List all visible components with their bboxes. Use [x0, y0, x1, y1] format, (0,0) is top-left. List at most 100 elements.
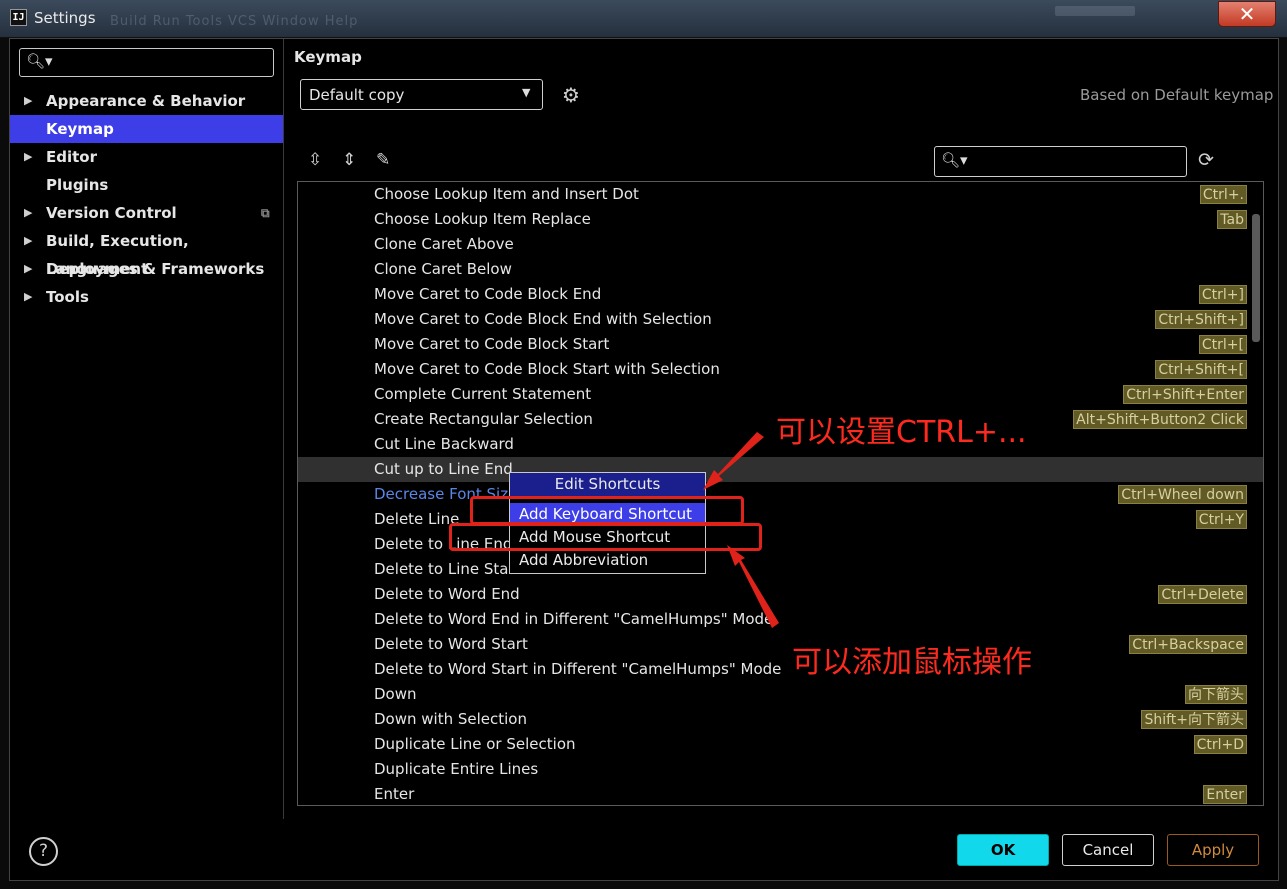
keymap-scheme-select[interactable]: Default copy ▼	[300, 79, 543, 110]
expand-all-icon[interactable]: ⇳	[308, 150, 322, 170]
action-name: Choose Lookup Item Replace	[374, 210, 591, 228]
action-search-input[interactable]: 🔍︎▾	[934, 146, 1187, 177]
shortcut-badge: Ctrl+Delete	[1158, 585, 1247, 604]
expand-arrow-icon[interactable]: ▶	[24, 87, 32, 115]
action-name: Cut up to Line End	[374, 460, 513, 478]
sidebar-search-input[interactable]: 🔍︎▾	[19, 48, 274, 77]
search-icon: 🔍︎▾	[941, 151, 968, 169]
mouse-shortcut-annotation: 可以添加鼠标操作	[792, 645, 1032, 680]
shortcut-badge: Ctrl+Wheel down	[1118, 485, 1247, 504]
expand-arrow-icon[interactable]: ▶	[24, 227, 32, 255]
shortcut-badge: Ctrl+Y	[1195, 510, 1247, 529]
table-row[interactable]: Delete to Line End	[298, 532, 1263, 557]
sidebar-item-label: Version Control	[46, 204, 177, 222]
page-title: Keymap	[294, 48, 362, 66]
background-ghost-bar	[1055, 6, 1135, 16]
action-name: Delete to Word Start in Different "Camel…	[374, 660, 782, 678]
table-row[interactable]: Delete Line Ctrl+Y	[298, 507, 1263, 532]
expand-arrow-icon[interactable]: ▶	[24, 283, 32, 311]
gear-icon[interactable]: ⚙	[562, 83, 580, 107]
table-row[interactable]: Delete to Line Start	[298, 557, 1263, 582]
settings-sidebar: 🔍︎▾ ▶ Appearance & Behavior Keymap ▶ Editor P…	[10, 39, 284, 819]
sidebar-item-appearance-behavior[interactable]: ▶ Appearance & Behavior	[10, 87, 283, 115]
close-button[interactable]: ✕	[1218, 1, 1276, 27]
table-row[interactable]: Move Caret to Code Block End Ctrl+]	[298, 282, 1263, 307]
table-row[interactable]: Down 向下箭头	[298, 682, 1263, 707]
sidebar-item-label: Editor	[46, 148, 97, 166]
ok-button[interactable]: OK	[957, 834, 1049, 866]
window-title: Settings	[34, 9, 96, 27]
table-row[interactable]: Delete to Word Start in Different "Camel…	[298, 657, 1263, 682]
action-list: Choose Lookup Item and Insert Dot Ctrl+. C…	[297, 181, 1264, 806]
search-icon: 🔍︎▾	[26, 52, 53, 70]
action-name: Cut Line Backward	[374, 435, 514, 453]
sidebar-item-version-control[interactable]: ▶ Version Control ⧉	[10, 199, 283, 227]
action-name: Delete to Word End	[374, 585, 520, 603]
sidebar-item-languages-frameworks[interactable]: ▶ Languages & Frameworks	[10, 255, 283, 283]
sidebar-item-label: Tools	[46, 288, 89, 306]
table-row[interactable]: Choose Lookup Item and Insert Dot Ctrl+.	[298, 182, 1263, 207]
shortcut-badge: Ctrl+Backspace	[1129, 635, 1247, 654]
project-settings-icon: ⧉	[261, 206, 270, 220]
table-row[interactable]: Duplicate Line or Selection Ctrl+D	[298, 732, 1263, 757]
mouse-highlight-box	[449, 523, 762, 551]
action-name: Enter	[374, 785, 415, 803]
cancel-button[interactable]: Cancel	[1062, 834, 1154, 866]
table-row[interactable]: Down with Selection Shift+向下箭头	[298, 707, 1263, 732]
shortcut-badge: Alt+Shift+Button2 Click	[1073, 410, 1247, 429]
sidebar-item-build-execution-deployment[interactable]: ▶ Build, Execution, Deployment	[10, 227, 283, 278]
action-name: Delete to Word End in Different "CamelHu…	[374, 610, 774, 628]
table-row[interactable]: Clone Caret Below	[298, 257, 1263, 282]
sidebar-item-tools[interactable]: ▶ Tools	[10, 283, 283, 311]
help-button[interactable]: ?	[29, 837, 58, 866]
shortcut-badge: Ctrl+Shift+]	[1155, 310, 1247, 329]
sidebar-item-label: Appearance & Behavior	[46, 92, 246, 110]
table-row[interactable]: Delete to Word End Ctrl+Delete	[298, 582, 1263, 607]
collapse-all-icon[interactable]: ⇕	[342, 150, 356, 170]
table-row[interactable]: Decrease Font Size Ctrl+Wheel down	[298, 482, 1263, 507]
sidebar-item-label: Languages & Frameworks	[46, 260, 265, 278]
expand-arrow-icon[interactable]: ▶	[24, 255, 32, 283]
action-name: Clone Caret Above	[374, 235, 514, 253]
table-row[interactable]: Enter Enter	[298, 782, 1263, 805]
sidebar-item-plugins[interactable]: Plugins	[10, 171, 283, 199]
action-name: Down with Selection	[374, 710, 527, 728]
table-row[interactable]: Delete to Word End in Different "CamelHu…	[298, 607, 1263, 632]
edit-pencil-icon[interactable]: ✎	[376, 150, 390, 170]
sidebar-item-keymap[interactable]: Keymap	[10, 115, 283, 143]
table-row[interactable]: Clone Caret Above	[298, 232, 1263, 257]
table-row[interactable]: Move Caret to Code Block End with Select…	[298, 307, 1263, 332]
shortcut-badge: Enter	[1203, 785, 1247, 804]
add-abbreviation-item[interactable]: Add Abbreviation	[510, 549, 705, 572]
table-row[interactable]: Move Caret to Code Block Start Ctrl+[	[298, 332, 1263, 357]
table-row[interactable]: Complete Current Statement Ctrl+Shift+Ent…	[298, 382, 1263, 407]
shortcut-badge: Ctrl+Shift+Enter	[1123, 385, 1247, 404]
expand-arrow-icon[interactable]: ▶	[24, 143, 32, 171]
shortcut-badge: Tab	[1217, 210, 1247, 229]
shortcut-badge: Shift+向下箭头	[1141, 710, 1247, 729]
action-name: Clone Caret Below	[374, 260, 512, 278]
shortcut-badge: Ctrl+]	[1198, 285, 1247, 304]
intellij-app-icon: IJ	[10, 9, 27, 26]
action-name: Move Caret to Code Block End	[374, 285, 602, 303]
action-list-scrollbar[interactable]	[1252, 214, 1260, 342]
chevron-down-icon: ▼	[522, 86, 531, 99]
table-row[interactable]: Duplicate Entire Lines	[298, 757, 1263, 782]
sidebar-item-editor[interactable]: ▶ Editor	[10, 143, 283, 171]
table-row[interactable]: Choose Lookup Item Replace Tab	[298, 207, 1263, 232]
apply-button[interactable]: Apply	[1167, 834, 1259, 866]
shortcut-badge: 向下箭头	[1185, 685, 1247, 704]
action-name: Delete to Line Start	[374, 560, 521, 578]
table-row[interactable]: Cut up to Line End	[298, 457, 1263, 482]
context-menu-header: Edit Shortcuts	[510, 473, 705, 496]
table-row[interactable]: Delete to Word Start Ctrl+Backspace	[298, 632, 1263, 657]
action-name: Create Rectangular Selection	[374, 410, 593, 428]
action-name: Move Caret to Code Block Start with Sele…	[374, 360, 720, 378]
action-name: Move Caret to Code Block Start	[374, 335, 610, 353]
keymap-scheme-value: Default copy	[309, 86, 405, 104]
shortcut-badge: Ctrl+D	[1193, 735, 1247, 754]
table-row[interactable]: Move Caret to Code Block Start with Sele…	[298, 357, 1263, 382]
expand-arrow-icon[interactable]: ▶	[24, 199, 32, 227]
sidebar-item-label: Keymap	[46, 120, 114, 138]
find-by-shortcut-icon[interactable]: ⟳	[1198, 149, 1214, 171]
